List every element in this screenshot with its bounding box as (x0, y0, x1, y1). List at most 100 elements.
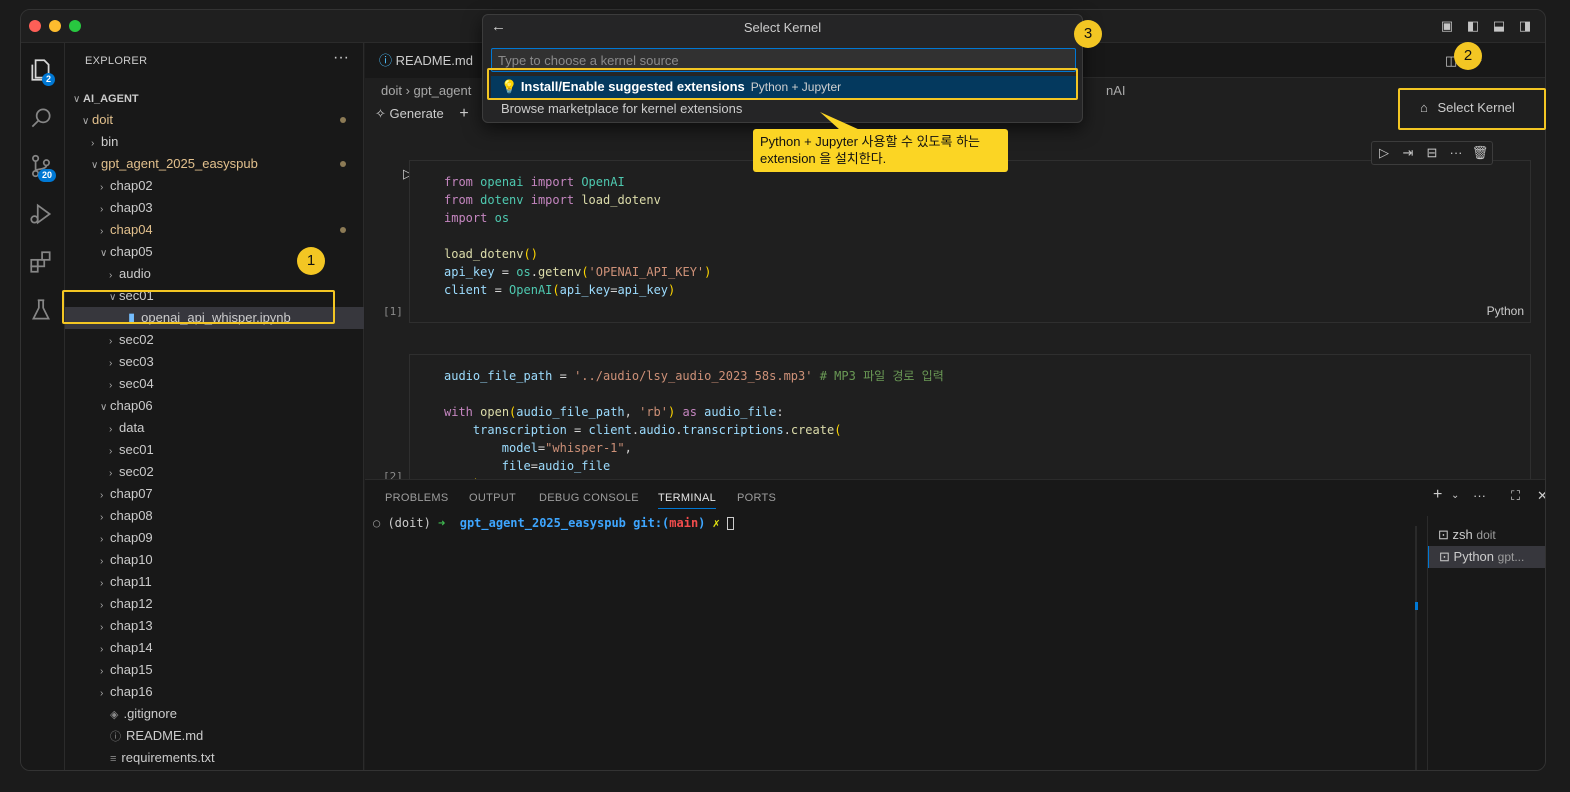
new-terminal-icon[interactable]: + (1433, 486, 1442, 504)
tree-folder-item[interactable]: › chap03 (65, 197, 364, 219)
tree-folder-item[interactable]: › chap14 (65, 637, 364, 659)
tree-folder-item[interactable]: ›include (65, 769, 364, 770)
tree-item-label: doit (92, 112, 113, 127)
close-window-button[interactable] (29, 20, 41, 32)
tree-folder-item[interactable]: › bin (65, 131, 364, 153)
maximize-panel-icon[interactable]: ⛶ (1511, 488, 1520, 504)
tree-item-label: README.md (126, 728, 204, 743)
terminal-item-python[interactable]: ⊡ Python gpt... (1428, 546, 1545, 568)
highlight-box-notebook-file (62, 290, 335, 324)
chevron-right-icon: › (91, 138, 95, 149)
toggle-primary-sidebar-icon[interactable]: ◧ (1465, 18, 1481, 34)
tree-item-label: requirements.txt (121, 750, 215, 765)
callout-2: 2 (1454, 42, 1482, 70)
chevron-right-icon: › (100, 534, 104, 545)
panel-more-icon[interactable]: ··· (1473, 488, 1486, 503)
tree-folder-item[interactable]: ≡ requirements.txt (65, 747, 364, 769)
minimize-window-button[interactable] (49, 20, 61, 32)
source-control-icon[interactable]: 20 (28, 153, 58, 183)
generate-button[interactable]: Generate (390, 106, 444, 121)
chevron-right-icon: › (100, 556, 104, 567)
chevron-right-icon: › (100, 490, 104, 501)
tree-folder-item[interactable]: ∨ gpt_agent_2025_easyspub (65, 153, 364, 175)
tree-item-label: gpt_agent_2025_easyspub (101, 156, 258, 171)
tree-folder-item[interactable]: › data (65, 417, 364, 439)
tab-ports[interactable]: PORTS (737, 492, 776, 504)
tree-folder-item[interactable]: › chap08 (65, 505, 364, 527)
explorer-more-actions-icon[interactable]: ··· (333, 49, 349, 67)
execute-below-icon[interactable]: ⇥ (1396, 142, 1420, 164)
file-type-icon: ≡ (110, 753, 117, 765)
cell-more-icon[interactable]: ··· (1444, 142, 1468, 164)
toggle-secondary-sidebar-icon[interactable]: ◨ (1517, 18, 1533, 34)
tree-folder-item[interactable]: › chap16 (65, 681, 364, 703)
tree-folder-item[interactable]: › chap07 (65, 483, 364, 505)
terminal-cursor (727, 517, 735, 530)
terminal-detail: doit (1476, 528, 1496, 542)
tree-folder-item[interactable]: › chap12 (65, 593, 364, 615)
breadcrumb-item[interactable]: gpt_agent (414, 83, 472, 98)
tab-readme[interactable]: ⓘ README.md (365, 43, 487, 78)
tree-folder-item[interactable]: ⓘ README.md (65, 725, 364, 747)
tree-folder-item[interactable]: › sec01 (65, 439, 364, 461)
tree-folder-item[interactable]: › sec02 (65, 461, 364, 483)
tree-folder-item[interactable]: › chap04 (65, 219, 364, 241)
code-cell-1[interactable]: from openai import OpenAI from dotenv im… (409, 160, 1531, 323)
tree-folder-item[interactable]: › chap10 (65, 549, 364, 571)
tree-folder-item[interactable]: ∨ doit (65, 109, 364, 131)
terminal-name: Python (1453, 549, 1495, 564)
terminal-scrollbar[interactable] (1415, 526, 1418, 770)
terminal-name: zsh (1452, 527, 1473, 542)
browse-marketplace-item[interactable]: Browse marketplace for kernel extensions (491, 98, 1076, 120)
code-cell-1-source[interactable]: from openai import OpenAI from dotenv im… (444, 173, 711, 299)
close-panel-icon[interactable]: ✕ (1537, 488, 1545, 504)
terminal-list: ⊡ zsh doit ⊡ Python gpt... (1427, 516, 1545, 770)
terminal-item-zsh[interactable]: ⊡ zsh doit (1428, 524, 1545, 546)
tree-folder-item[interactable]: ∨ AI_AGENT (65, 87, 364, 109)
testing-flask-icon[interactable] (28, 297, 58, 327)
tab-problems[interactable]: PROBLEMS (385, 492, 449, 504)
tree-item-label: audio (119, 266, 151, 281)
code-cell-2-source[interactable]: audio_file_path = '../audio/lsy_audio_20… (444, 367, 944, 493)
tab-output[interactable]: OUTPUT (469, 492, 516, 504)
tab-terminal[interactable]: TERMINAL (658, 492, 717, 509)
tab-debug-console[interactable]: DEBUG CONSOLE (539, 492, 639, 504)
tree-folder-item[interactable]: › chap09 (65, 527, 364, 549)
customize-layout-icon[interactable]: ▣ (1439, 18, 1455, 34)
maximize-window-button[interactable] (69, 20, 81, 32)
delete-cell-icon[interactable]: 🗑 (1468, 142, 1492, 164)
tree-folder-item[interactable]: › chap13 (65, 615, 364, 637)
chevron-down-icon: ∨ (73, 94, 81, 105)
breadcrumb-item[interactable]: doit (381, 83, 402, 98)
tree-item-label: chap05 (110, 244, 153, 259)
tree-folder-item[interactable]: › sec02 (65, 329, 364, 351)
tree-item-label: bin (101, 134, 119, 149)
tree-item-label: chap03 (110, 200, 153, 215)
code-cell-2[interactable]: audio_file_path = '../audio/lsy_audio_20… (409, 354, 1531, 494)
split-cell-icon[interactable]: ⊟ (1420, 142, 1444, 164)
tree-folder-item[interactable]: ◈ .gitignore (65, 703, 364, 725)
add-cell-button[interactable]: + (459, 105, 468, 122)
chevron-right-icon: › (109, 380, 113, 391)
run-by-line-icon[interactable]: ▷ (1372, 142, 1396, 164)
chevron-right-icon: › (100, 688, 104, 699)
cell-language-label[interactable]: Python (1487, 304, 1524, 318)
tree-folder-item[interactable]: ∨ chap06 (65, 395, 364, 417)
tree-item-label: data (119, 420, 145, 435)
tree-folder-item[interactable]: › chap02 (65, 175, 364, 197)
explorer-icon[interactable]: 2 (28, 57, 58, 87)
search-icon[interactable] (28, 105, 58, 135)
breadcrumb-tail[interactable]: nAI (1106, 83, 1126, 98)
tree-folder-item[interactable]: › chap15 (65, 659, 364, 681)
extensions-icon[interactable] (28, 249, 58, 279)
terminal-output[interactable]: ○ (doit) ➜ gpt_agent_2025_easyspub git:(… (373, 516, 735, 530)
run-debug-icon[interactable] (28, 201, 58, 231)
tree-folder-item[interactable]: › chap11 (65, 571, 364, 593)
toggle-panel-icon[interactable]: ⬓ (1491, 18, 1507, 34)
tree-item-label: chap16 (110, 684, 153, 699)
tree-folder-item[interactable]: › sec04 (65, 373, 364, 395)
chevron-down-icon[interactable]: ⌄ (1451, 490, 1459, 501)
terminal-detail: gpt... (1497, 550, 1525, 564)
tree-folder-item[interactable]: › sec03 (65, 351, 364, 373)
chevron-right-icon: › (100, 512, 104, 523)
